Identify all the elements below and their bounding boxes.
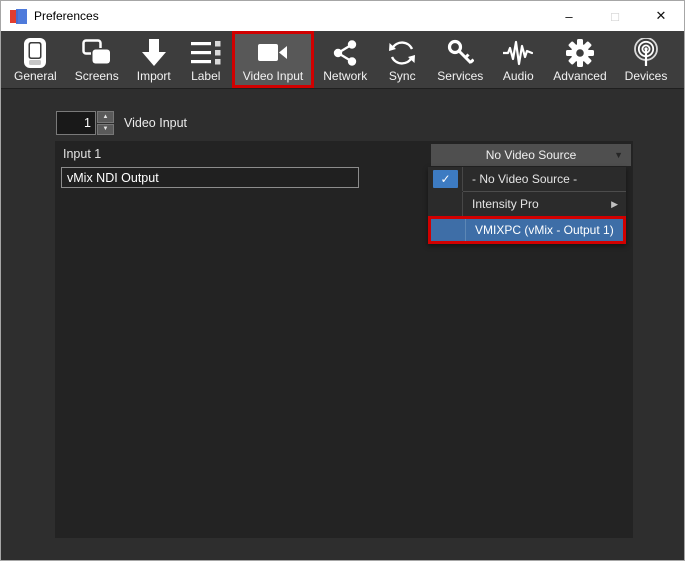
menu-item-label: Intensity Pro [462, 192, 626, 216]
tab-network[interactable]: Network [314, 31, 376, 88]
maximize-button: □ [592, 1, 638, 31]
submenu-arrow-icon: ▶ [611, 199, 618, 210]
gear-icon [566, 36, 594, 69]
tab-label: Video Input [243, 69, 304, 83]
tab-services[interactable]: Services [428, 31, 492, 88]
broadcast-antenna-icon [632, 36, 660, 69]
tab-label: Label [191, 69, 220, 83]
app-icon [10, 9, 27, 24]
stepper-label: Video Input [124, 116, 187, 130]
close-button[interactable]: ✕ [638, 1, 684, 31]
menu-item-vmixpc-output[interactable]: VMIXPC (vMix - Output 1) [428, 216, 626, 244]
tab-devices[interactable]: Devices [616, 31, 677, 88]
tab-video-input[interactable]: Video Input [232, 31, 315, 88]
spin-up-button[interactable]: ▲ [97, 111, 114, 123]
tab-audio[interactable]: Audio [492, 31, 544, 88]
input-name-field[interactable] [61, 167, 359, 188]
tab-label: Import [137, 69, 171, 83]
tab-sync[interactable]: Sync [376, 31, 428, 88]
tab-general[interactable]: General [5, 31, 66, 88]
menu-item-label: - No Video Source - [462, 167, 626, 191]
input-settings-panel: Input 1 No Video Source ▼ ✓ - No Video S… [55, 141, 633, 538]
key-icon [446, 36, 474, 69]
video-input-settings-page: 1 ▲ ▼ Video Input Input 1 No Video Sourc… [1, 89, 684, 561]
checkmark-icon: ✓ [433, 170, 458, 188]
import-arrow-icon [141, 36, 167, 69]
menu-icon-gutter: ✓ [428, 167, 462, 191]
video-input-count-stepper: 1 ▲ ▼ Video Input [56, 111, 187, 135]
titlebar: Preferences – □ ✕ [1, 1, 684, 31]
menu-item-intensity-pro[interactable]: Intensity Pro ▶ [428, 192, 626, 216]
label-list-icon [191, 36, 221, 69]
video-camera-icon [258, 36, 288, 69]
tab-label: Advanced [553, 69, 606, 83]
preferences-window: Preferences – □ ✕ General [0, 0, 685, 561]
preferences-toolbar: General Screens Import [1, 31, 684, 89]
tab-advanced[interactable]: Advanced [544, 31, 615, 88]
window-title: Preferences [34, 9, 99, 23]
tab-import[interactable]: Import [128, 31, 180, 88]
tab-screens[interactable]: Screens [66, 31, 128, 88]
window-controls: – □ ✕ [546, 1, 684, 31]
screens-icon [82, 36, 112, 69]
tab-label: Devices [625, 69, 668, 83]
sync-arrows-icon [387, 36, 417, 69]
input-number-label: Input 1 [63, 147, 101, 161]
tab-label-settings[interactable]: Label [180, 31, 232, 88]
minimize-button[interactable]: – [546, 1, 592, 31]
video-source-menu: ✓ - No Video Source - Intensity Pro ▶ VM… [428, 167, 626, 244]
tab-label: Sync [389, 69, 416, 83]
tab-label: Audio [503, 69, 534, 83]
chevron-down-icon: ▼ [614, 150, 623, 160]
stepper-buttons: ▲ ▼ [97, 111, 114, 135]
tab-label: Screens [75, 69, 119, 83]
video-source-selected-value: No Video Source [486, 148, 577, 162]
menu-icon-gutter [428, 192, 462, 216]
menu-item-label: VMIXPC (vMix - Output 1) [465, 219, 623, 241]
spin-down-button[interactable]: ▼ [97, 124, 114, 136]
video-source-dropdown[interactable]: No Video Source ▼ [431, 144, 631, 166]
tab-label: Services [437, 69, 483, 83]
audio-waveform-icon [503, 36, 533, 69]
video-input-count-field[interactable]: 1 [56, 111, 96, 135]
menu-icon-gutter [431, 219, 465, 241]
menu-item-no-video-source[interactable]: ✓ - No Video Source - [428, 167, 626, 191]
tab-label: General [14, 69, 57, 83]
network-share-icon [331, 36, 359, 69]
tab-label: Network [323, 69, 367, 83]
general-icon [21, 36, 49, 69]
